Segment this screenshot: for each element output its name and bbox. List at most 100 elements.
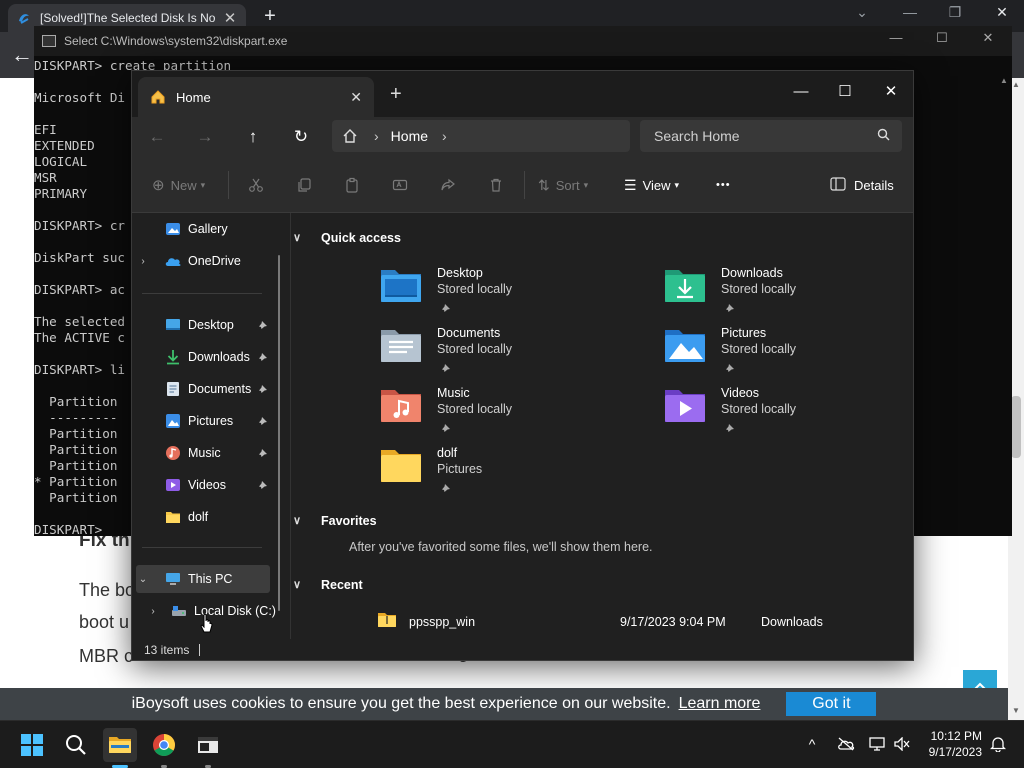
search-button[interactable]	[59, 728, 93, 762]
explorer-tab-home[interactable]: Home ✕	[138, 77, 374, 117]
home-outline-icon[interactable]	[342, 128, 362, 144]
refresh-icon[interactable]: ↻	[286, 123, 316, 151]
explorer-close-button[interactable]: ✕	[868, 77, 914, 107]
quick-access-item-videos[interactable]: Videos Stored locally	[663, 386, 923, 446]
recent-header[interactable]: ∨ Recent	[293, 578, 363, 592]
status-divider	[199, 644, 201, 656]
section-collapse-chevron-icon[interactable]: ∨	[293, 231, 301, 244]
quick-access-item-desktop[interactable]: Desktop Stored locally	[379, 266, 639, 326]
scroll-up-arrow-icon[interactable]: ▲	[1012, 80, 1020, 89]
console-close-button[interactable]: ✕	[968, 30, 1008, 52]
browser-tab-close-button[interactable]: ✕	[222, 9, 238, 27]
quick-access-item-pictures[interactable]: Pictures Stored locally	[663, 326, 923, 386]
system-clock[interactable]: 10:12 PM 9/17/2023	[920, 728, 982, 760]
browser-tab-search-button[interactable]: ⌄	[842, 4, 882, 26]
quick-access-item-dolf[interactable]: dolf Pictures	[379, 446, 639, 506]
pin-icon[interactable]	[258, 415, 268, 429]
view-button[interactable]: ☰ View ▾	[624, 173, 679, 197]
nav-item-dolf[interactable]: dolf	[136, 503, 270, 531]
console-scroll-up-icon[interactable]: ▲	[1000, 76, 1008, 85]
videos-icon	[164, 476, 182, 494]
navigation-scrollbar[interactable]	[278, 255, 280, 611]
nav-item-music[interactable]: Music	[136, 439, 270, 467]
file-explorer-taskbar-button[interactable]	[103, 728, 137, 762]
more-options-button[interactable]: •••	[716, 173, 731, 197]
breadcrumb-chevron-icon[interactable]: ›	[442, 128, 447, 144]
new-button[interactable]: ⊕ New ▾	[152, 173, 205, 197]
pin-icon[interactable]	[258, 319, 268, 333]
explorer-maximize-button[interactable]: ☐	[822, 77, 868, 107]
collapse-chevron-icon[interactable]: ⌄	[136, 574, 150, 585]
browser-close-button[interactable]: ✕	[982, 4, 1022, 26]
chrome-taskbar-button[interactable]	[147, 728, 181, 762]
page-scrollbar-thumb[interactable]	[1011, 396, 1021, 458]
recent-file-date: 9/17/2023 9:04 PM	[620, 615, 726, 629]
browser-new-tab-button[interactable]: +	[258, 4, 282, 28]
favorites-empty-message: After you've favorited some files, we'll…	[349, 540, 653, 554]
nav-item-desktop[interactable]: Desktop	[136, 311, 270, 339]
nav-item-downloads[interactable]: Downloads	[136, 343, 270, 371]
section-collapse-chevron-icon[interactable]: ∨	[293, 514, 301, 527]
explorer-minimize-button[interactable]: —	[778, 77, 824, 107]
item-subtext: Stored locally	[437, 342, 513, 356]
nav-item-videos[interactable]: Videos	[136, 471, 270, 499]
expand-chevron-icon[interactable]: ›	[146, 606, 160, 617]
nav-item-pictures[interactable]: Pictures	[136, 407, 270, 435]
documents-icon	[164, 380, 182, 398]
nav-item-onedrive[interactable]: › OneDrive	[136, 247, 270, 275]
breadcrumb-chevron-icon[interactable]: ›	[374, 128, 379, 144]
share-icon[interactable]	[440, 173, 456, 197]
view-button-label: View	[642, 177, 671, 193]
console-minimize-button[interactable]: —	[876, 30, 916, 52]
explorer-new-tab-button[interactable]: +	[390, 83, 402, 105]
quick-access-item-downloads[interactable]: Downloads Stored locally	[663, 266, 923, 326]
explorer-tab-close-button[interactable]: ✕	[350, 89, 362, 106]
breadcrumb-home[interactable]: Home	[391, 128, 428, 144]
paste-icon[interactable]	[344, 173, 360, 197]
forward-arrow-icon[interactable]: →	[190, 123, 220, 151]
search-input[interactable]: Search Home	[640, 120, 902, 152]
quick-access-item-documents[interactable]: Documents Stored locally	[379, 326, 639, 386]
learn-more-link[interactable]: Learn more	[679, 695, 761, 713]
sort-arrows-icon: ⇅	[538, 176, 550, 193]
quick-access-header[interactable]: ∨ Quick access	[293, 231, 401, 245]
copy-icon[interactable]	[296, 173, 312, 197]
recent-file-row[interactable]: ppsspp_win 9/17/2023 9:04 PM Downloads	[377, 609, 897, 639]
onedrive-status-icon[interactable]	[834, 731, 858, 757]
item-name: Desktop	[437, 266, 483, 280]
browser-restore-button[interactable]: ❐	[935, 4, 975, 26]
details-button[interactable]: Details	[830, 173, 894, 197]
up-arrow-icon[interactable]: ↑	[238, 123, 268, 151]
start-button[interactable]	[15, 728, 49, 762]
browser-back-button[interactable]: ←	[8, 44, 36, 68]
show-hidden-icons-button[interactable]: ^	[800, 731, 824, 757]
pin-icon[interactable]	[258, 351, 268, 365]
rename-icon[interactable]	[392, 173, 408, 197]
console-maximize-button[interactable]: ☐	[922, 30, 962, 52]
favorites-header[interactable]: ∨ Favorites	[293, 514, 377, 528]
pin-icon[interactable]	[258, 447, 268, 461]
pin-icon[interactable]	[258, 479, 268, 493]
section-collapse-chevron-icon[interactable]: ∨	[293, 578, 301, 591]
back-arrow-icon[interactable]: ←	[142, 123, 172, 151]
volume-muted-icon[interactable]	[890, 731, 914, 757]
nav-item-gallery[interactable]: Gallery	[136, 215, 270, 243]
breadcrumb[interactable]: › Home ›	[332, 120, 630, 152]
nav-item-documents[interactable]: Documents	[136, 375, 270, 403]
quick-access-item-music[interactable]: Music Stored locally	[379, 386, 639, 446]
got-it-button[interactable]: Got it	[786, 692, 877, 716]
zip-folder-icon	[377, 611, 397, 632]
expand-chevron-icon[interactable]: ›	[136, 256, 150, 267]
console-scrollbar[interactable]: ▲	[996, 76, 1012, 536]
pin-icon[interactable]	[258, 383, 268, 397]
network-icon[interactable]	[866, 731, 890, 757]
nav-item-this-pc[interactable]: ⌄ This PC	[136, 565, 270, 593]
scroll-down-arrow-icon[interactable]: ▼	[1012, 706, 1020, 715]
browser-minimize-button[interactable]: —	[890, 4, 930, 26]
pin-icon	[725, 360, 735, 378]
delete-icon[interactable]	[488, 173, 504, 197]
sort-button[interactable]: ⇅ Sort ▾	[538, 173, 588, 197]
cut-icon[interactable]	[248, 173, 264, 197]
terminal-taskbar-button[interactable]	[191, 728, 225, 762]
notification-bell-icon[interactable]	[986, 731, 1010, 757]
